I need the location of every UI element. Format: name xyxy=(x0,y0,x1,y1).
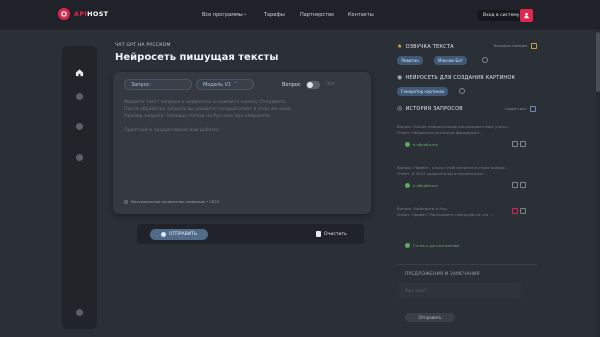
voice-title: ОЗВУЧКА ТЕКСТА xyxy=(405,43,454,50)
placeholder-line: Введите текст запроса к нейросети и нажм… xyxy=(124,100,287,105)
toggle-question-label: Вопрос xyxy=(282,82,301,88)
history-status-label: в обработке xyxy=(413,142,438,147)
voice-tag-levitan[interactable]: Левитан xyxy=(397,56,423,65)
history-icon: ◎ xyxy=(397,105,403,112)
check-icon xyxy=(405,243,410,248)
check-icon xyxy=(405,183,410,188)
user-icon[interactable] xyxy=(520,9,533,22)
settings-icon[interactable] xyxy=(459,88,465,94)
chevron-down-icon: ˅ xyxy=(234,81,237,88)
copy-icon[interactable] xyxy=(520,182,526,188)
scrollbar[interactable] xyxy=(596,30,600,337)
image-tag-generator[interactable]: Генератор картинок xyxy=(397,87,449,96)
placeholder-line xyxy=(124,120,354,127)
expand-icon[interactable] xyxy=(530,106,536,112)
settings-icon[interactable] xyxy=(482,57,488,63)
delete-icon[interactable] xyxy=(512,182,518,188)
home-icon[interactable] xyxy=(75,62,84,77)
trash-icon xyxy=(316,231,321,237)
mode-toggle[interactable] xyxy=(306,81,320,89)
logo-api: API xyxy=(74,10,88,18)
history-status: в обработке xyxy=(405,183,438,188)
voice-section-title: ★ ОЗВУЧКА ТЕКСТА xyxy=(397,43,454,50)
nav-tariffs[interactable]: Тарифы xyxy=(264,12,285,18)
placeholder-line: После обработки запроса вы увидите готов… xyxy=(124,107,293,112)
settings-icon[interactable] xyxy=(76,309,83,316)
voice-gallery-link[interactable]: Большая галерея xyxy=(494,44,527,48)
copy-icon[interactable] xyxy=(520,208,526,214)
request-pill: Запрос: xyxy=(124,79,192,90)
radio-icon: ◉ xyxy=(397,74,403,81)
history-answer: Ответ: В 2013 уверенно вы отличительно .… xyxy=(397,170,488,176)
image-title: НЕЙРОСЕТЬ ДЛЯ СОЗДАНИЯ КАРТИНОК xyxy=(405,74,516,81)
voice-tag-maxim[interactable]: Максим Бот xyxy=(434,56,467,65)
placeholder-line: Приятной и продуктивной вам работы! xyxy=(124,128,220,133)
send-icon xyxy=(160,232,166,237)
request-textarea[interactable]: Введите текст запроса к нейросети и нажм… xyxy=(124,99,354,134)
top-bar: APIHOST Все программы ⌄ Тарифы Партнерст… xyxy=(0,0,600,30)
request-card xyxy=(113,72,371,214)
divider xyxy=(397,264,537,265)
nav-contacts[interactable]: Контакты xyxy=(348,12,374,18)
clear-label: Очистить xyxy=(324,231,347,237)
max-chars-text: Максимальное количество символов • 2020 xyxy=(131,199,220,204)
delete-icon[interactable] xyxy=(512,141,518,147)
send-label: ОТПРАВИТЬ xyxy=(168,232,198,237)
history-item[interactable]: Вопрос: Какие нейросетевые концепции сто… xyxy=(397,124,537,135)
logo-icon xyxy=(58,8,70,20)
history-section-title: ◎ ИСТОРИЯ ЗАПРОСОВ xyxy=(397,105,463,112)
history-status-label: в обработке xyxy=(413,183,438,188)
breadcrumb: ЧАТ GPT НА РУССКОМ xyxy=(115,43,171,48)
sidebar-item-4-icon[interactable] xyxy=(76,154,83,161)
feedback-placeholder: Ваш текст xyxy=(405,288,427,293)
login-button[interactable]: Вход в систему xyxy=(478,10,525,21)
check-icon xyxy=(405,142,410,147)
sidebar-item-2-icon[interactable] xyxy=(76,93,83,100)
nav-all-programs[interactable]: Все программы xyxy=(202,12,243,18)
copy-icon[interactable] xyxy=(520,141,526,147)
sidebar-item-3-icon[interactable] xyxy=(76,123,83,130)
history-hide-link[interactable]: Скрыть все xyxy=(505,107,526,111)
history-status: в обработке xyxy=(405,142,438,147)
max-chars-note: Максимальное количество символов • 2020 xyxy=(124,199,219,204)
history-status-label: Готов к рассмотрению xyxy=(413,243,460,248)
model-select-label: Модель V1 xyxy=(203,81,232,88)
feedback-title: ПРЕДЛОЖЕНИЯ И ЗАМЕЧАНИЯ xyxy=(405,272,480,277)
expand-icon[interactable] xyxy=(531,43,537,49)
info-icon xyxy=(124,199,128,204)
history-status: Готов к рассмотрению xyxy=(405,243,459,248)
history-answer: Ответ: Нейросети эксперты формируют... xyxy=(397,129,484,135)
chevron-down-icon: ⌄ xyxy=(243,11,248,17)
send-button[interactable]: ОТПРАВИТЬ xyxy=(150,229,208,240)
sidebar xyxy=(62,46,97,329)
history-item[interactable]: Вопрос: Привет, я хочу чтоб написал в ст… xyxy=(397,165,537,176)
image-section-title: ◉ НЕЙРОСЕТЬ ДЛЯ СОЗДАНИЯ КАРТИНОК xyxy=(397,74,515,81)
feedback-textarea[interactable]: Ваш текст xyxy=(399,283,521,299)
feedback-send-button[interactable]: Отправить xyxy=(405,313,455,322)
page-title: Нейросеть пишущая тексты xyxy=(115,52,279,63)
toggle-chat-label: Чат xyxy=(326,82,335,87)
placeholder-line: Пример запроса: Напиши статью на Русском… xyxy=(124,114,271,119)
history-title: ИСТОРИЯ ЗАПРОСОВ xyxy=(405,105,463,112)
star-icon: ★ xyxy=(397,43,403,50)
model-select[interactable]: Модель V1 ˅ xyxy=(196,79,254,90)
nav-partnership[interactable]: Партнерство xyxy=(300,12,334,18)
logo[interactable]: APIHOST xyxy=(58,8,108,20)
logo-host: HOST xyxy=(87,10,109,18)
clear-button[interactable]: Очистить xyxy=(316,231,347,237)
delete-icon[interactable] xyxy=(512,208,518,214)
